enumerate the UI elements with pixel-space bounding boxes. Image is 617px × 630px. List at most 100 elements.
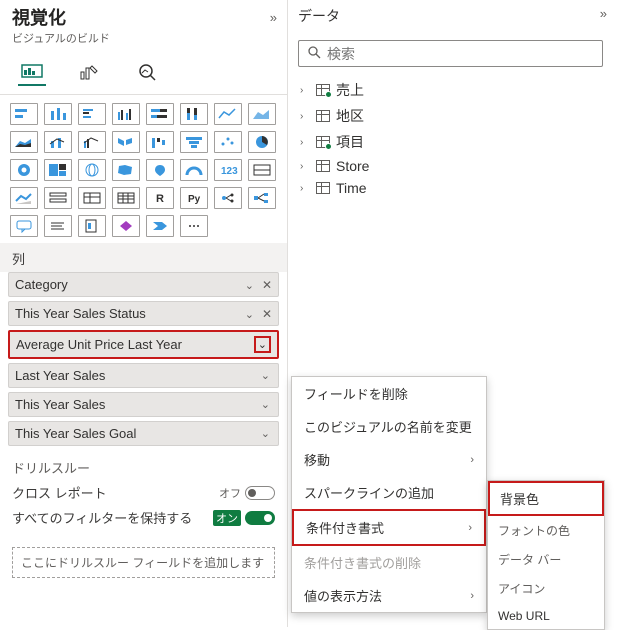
visualizations-pane: 視覚化 » ビジュアルのビルド	[0, 0, 288, 627]
line-clustered-column-icon[interactable]	[78, 131, 106, 153]
ctx-rename-visual[interactable]: このビジュアルの名前を変更	[292, 410, 486, 443]
field-this-year-sales-status[interactable]: This Year Sales Status ⌄ ✕	[8, 301, 279, 326]
expand-icon[interactable]: ›	[300, 85, 310, 96]
field-this-year-sales-goal[interactable]: This Year Sales Goal⌄	[8, 421, 279, 446]
viz-gallery: 123 R Py	[0, 95, 287, 243]
format-visual-tab[interactable]	[76, 58, 104, 86]
funnel-icon[interactable]	[180, 131, 208, 153]
pie-icon[interactable]	[248, 131, 276, 153]
power-apps-icon[interactable]	[112, 215, 140, 237]
field-this-year-sales[interactable]: This Year Sales⌄	[8, 392, 279, 417]
svg-text:R: R	[156, 193, 164, 205]
viz-pane-header: 視覚化 »	[0, 0, 287, 30]
waterfall-icon[interactable]	[146, 131, 174, 153]
chevron-down-icon[interactable]: ⌄	[243, 280, 256, 292]
clustered-column-icon[interactable]	[112, 103, 140, 125]
table-label: 地区	[336, 106, 364, 126]
table-item[interactable]: › 項目	[300, 129, 605, 155]
slicer-icon[interactable]	[44, 187, 72, 209]
ctx-add-sparkline[interactable]: スパークラインの追加	[292, 476, 486, 509]
filled-map-icon[interactable]	[112, 159, 140, 181]
ctx-remove-field[interactable]: フィールドを削除	[292, 377, 486, 410]
scatter-icon[interactable]	[214, 131, 242, 153]
drillthrough-section: ドリルスルー クロス レポート オフ すべてのフィルターを保持する オン	[0, 450, 287, 541]
field-avg-unit-price-last-year[interactable]: Average Unit Price Last Year⌄	[8, 330, 279, 359]
table-icon	[316, 160, 330, 172]
key-influencers-icon[interactable]	[214, 187, 242, 209]
ctx-background-color[interactable]: 背景色	[488, 481, 604, 516]
chevron-down-icon[interactable]: ⌄	[243, 309, 256, 321]
viz-mode-tabs	[0, 52, 287, 95]
table-time[interactable]: ›Time	[300, 177, 605, 199]
remove-icon[interactable]: ✕	[262, 278, 272, 292]
clustered-bar-icon[interactable]	[78, 103, 106, 125]
drillthrough-drop-hint[interactable]: ここにドリルスルー フィールドを追加します	[12, 547, 275, 578]
card-icon[interactable]: 123	[214, 159, 242, 181]
get-more-visuals-icon[interactable]	[180, 215, 208, 237]
table-district[interactable]: › 地区	[300, 103, 605, 129]
qa-visual-icon[interactable]	[10, 215, 38, 237]
search-input[interactable]	[327, 46, 594, 62]
smart-narrative-icon[interactable]	[44, 215, 72, 237]
ctx-move[interactable]: 移動›	[292, 443, 486, 476]
line-stacked-column-icon[interactable]	[44, 131, 72, 153]
expand-icon[interactable]: ›	[300, 111, 310, 122]
table-store[interactable]: ›Store	[300, 155, 605, 177]
chevron-down-icon[interactable]: ⌄	[259, 369, 272, 382]
map-icon[interactable]	[78, 159, 106, 181]
stacked-area-icon[interactable]	[10, 131, 38, 153]
chevron-down-icon[interactable]: ⌄	[259, 398, 272, 411]
table-icon[interactable]	[78, 187, 106, 209]
area-chart-icon[interactable]	[248, 103, 276, 125]
field-label: This Year Sales Status	[15, 306, 146, 321]
stacked-column-icon[interactable]	[44, 103, 72, 125]
conditional-formatting-submenu: 背景色 フォントの色 データ バー アイコン Web URL	[487, 480, 605, 630]
ctx-remove-conditional-formatting: 条件付き書式の削除	[292, 546, 486, 579]
ctx-icons[interactable]: アイコン	[488, 574, 604, 603]
field-category[interactable]: Category⌄✕	[8, 272, 279, 297]
field-last-year-sales[interactable]: Last Year Sales⌄	[8, 363, 279, 388]
chevron-down-icon[interactable]: ⌄	[254, 336, 271, 353]
table-label: 項目	[336, 132, 364, 152]
remove-icon[interactable]: ✕	[262, 307, 272, 321]
azure-map-icon[interactable]	[146, 159, 174, 181]
ctx-conditional-formatting[interactable]: 条件付き書式›	[292, 509, 486, 546]
r-visual-icon[interactable]: R	[146, 187, 174, 209]
search-box[interactable]	[298, 40, 603, 67]
ctx-web-url[interactable]: Web URL	[488, 603, 604, 629]
chevron-down-icon[interactable]: ⌄	[259, 427, 272, 440]
power-automate-icon[interactable]	[146, 215, 174, 237]
search-icon	[307, 45, 321, 62]
analytics-tab[interactable]	[134, 58, 162, 86]
ribbon-chart-icon[interactable]	[112, 131, 140, 153]
expand-icon[interactable]: ›	[300, 161, 310, 172]
ctx-show-value-as[interactable]: 値の表示方法›	[292, 579, 486, 612]
paginated-report-icon[interactable]	[78, 215, 106, 237]
stacked-column-100-icon[interactable]	[180, 103, 208, 125]
data-collapse-icon[interactable]: »	[600, 6, 607, 26]
viz-collapse-icon[interactable]: »	[270, 10, 277, 25]
cross-report-toggle[interactable]	[245, 486, 275, 500]
build-visual-tab[interactable]	[18, 58, 46, 86]
drillthrough-label: ドリルスルー	[12, 458, 275, 477]
stacked-bar-icon[interactable]	[10, 103, 38, 125]
expand-icon[interactable]: ›	[300, 183, 310, 194]
decomposition-tree-icon[interactable]	[248, 187, 276, 209]
stacked-bar-100-icon[interactable]	[146, 103, 174, 125]
table-icon	[316, 84, 330, 96]
kpi-icon[interactable]	[10, 187, 38, 209]
keep-filters-toggle[interactable]	[245, 511, 275, 525]
ctx-font-color[interactable]: フォントの色	[488, 516, 604, 545]
svg-text:123: 123	[221, 166, 238, 177]
ctx-data-bars[interactable]: データ バー	[488, 545, 604, 574]
expand-icon[interactable]: ›	[300, 137, 310, 148]
chevron-right-icon: ›	[468, 522, 472, 534]
donut-icon[interactable]	[10, 159, 38, 181]
matrix-icon[interactable]	[112, 187, 140, 209]
py-visual-icon[interactable]: Py	[180, 187, 208, 209]
gauge-icon[interactable]	[180, 159, 208, 181]
treemap-icon[interactable]	[44, 159, 72, 181]
table-sales[interactable]: ›売上	[300, 77, 605, 103]
line-chart-icon[interactable]	[214, 103, 242, 125]
multi-card-icon[interactable]	[248, 159, 276, 181]
